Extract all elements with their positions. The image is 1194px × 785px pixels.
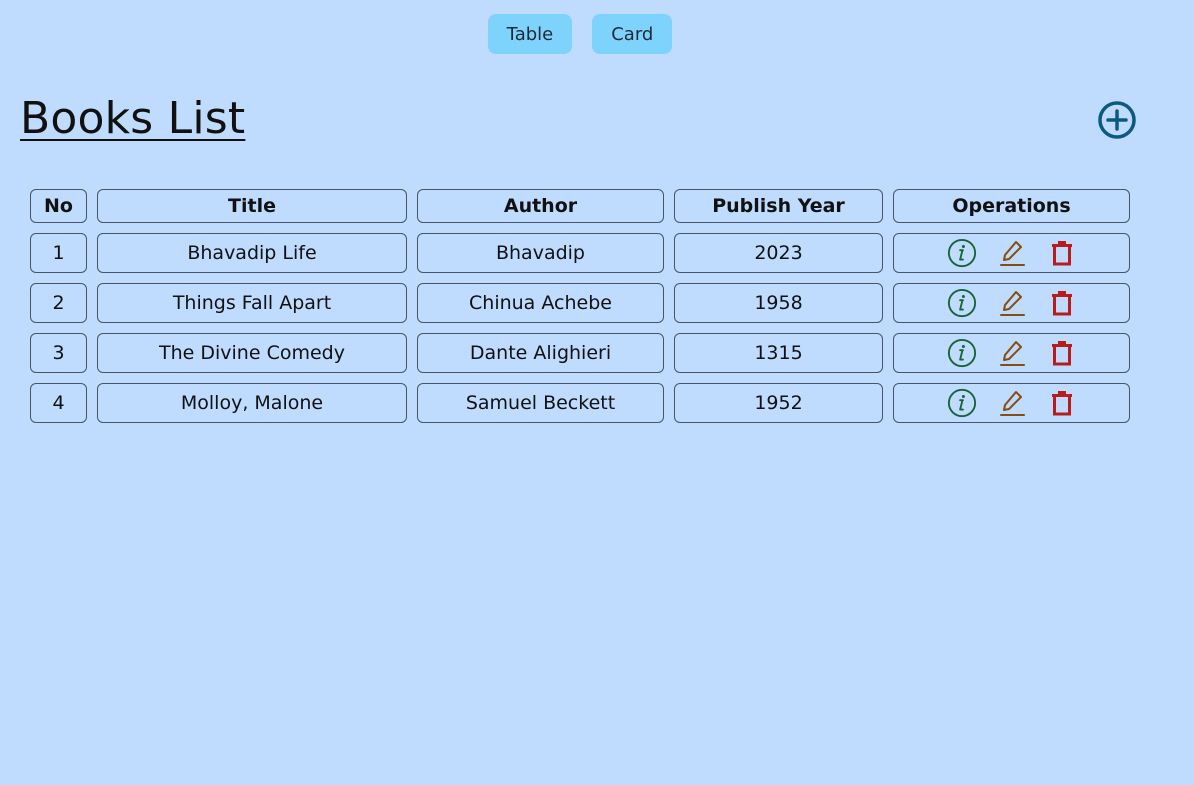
operations-group — [894, 338, 1129, 368]
cell-no: 2 — [30, 283, 87, 323]
operations-group — [894, 388, 1129, 418]
edit-icon[interactable] — [997, 388, 1027, 418]
books-table: No Title Author Publish Year Operations … — [20, 179, 1140, 433]
table-row: 3 The Divine Comedy Dante Alighieri 1315 — [30, 333, 1130, 373]
delete-icon[interactable] — [1047, 388, 1077, 418]
cell-author: Samuel Beckett — [417, 383, 664, 423]
cell-operations — [893, 383, 1130, 423]
page-title: Books List — [20, 93, 246, 144]
delete-icon[interactable] — [1047, 288, 1077, 318]
add-book-button[interactable] — [1096, 99, 1138, 141]
cell-author: Dante Alighieri — [417, 333, 664, 373]
delete-icon[interactable] — [1047, 238, 1077, 268]
column-header-operations: Operations — [893, 189, 1130, 223]
cell-publish-year: 2023 — [674, 233, 883, 273]
info-icon[interactable] — [947, 388, 977, 418]
cell-operations — [893, 233, 1130, 273]
operations-group — [894, 288, 1129, 318]
cell-author: Chinua Achebe — [417, 283, 664, 323]
cell-operations — [893, 333, 1130, 373]
edit-icon[interactable] — [997, 288, 1027, 318]
cell-author: Bhavadip — [417, 233, 664, 273]
column-header-no: No — [30, 189, 87, 223]
info-icon[interactable] — [947, 338, 977, 368]
card-view-button[interactable]: Card — [592, 14, 673, 54]
edit-icon[interactable] — [997, 238, 1027, 268]
cell-no: 4 — [30, 383, 87, 423]
operations-group — [894, 238, 1129, 268]
table-row: 1 Bhavadip Life Bhavadip 2023 — [30, 233, 1130, 273]
plus-circle-icon — [1098, 101, 1136, 139]
cell-operations — [893, 283, 1130, 323]
edit-icon[interactable] — [997, 338, 1027, 368]
cell-publish-year: 1958 — [674, 283, 883, 323]
table-row: 2 Things Fall Apart Chinua Achebe 1958 — [30, 283, 1130, 323]
column-header-author: Author — [417, 189, 664, 223]
cell-title: Things Fall Apart — [97, 283, 407, 323]
info-icon[interactable] — [947, 238, 977, 268]
cell-publish-year: 1315 — [674, 333, 883, 373]
delete-icon[interactable] — [1047, 338, 1077, 368]
table-view-button[interactable]: Table — [487, 14, 573, 54]
cell-title: Bhavadip Life — [97, 233, 407, 273]
cell-publish-year: 1952 — [674, 383, 883, 423]
column-header-publish-year: Publish Year — [674, 189, 883, 223]
cell-no: 3 — [30, 333, 87, 373]
info-icon[interactable] — [947, 288, 977, 318]
table-row: 4 Molloy, Malone Samuel Beckett 1952 — [30, 383, 1130, 423]
cell-title: Molloy, Malone — [97, 383, 407, 423]
cell-no: 1 — [30, 233, 87, 273]
column-header-title: Title — [97, 189, 407, 223]
view-toggle: Table Card — [0, 14, 1160, 54]
table-header-row: No Title Author Publish Year Operations — [30, 189, 1130, 223]
cell-title: The Divine Comedy — [97, 333, 407, 373]
